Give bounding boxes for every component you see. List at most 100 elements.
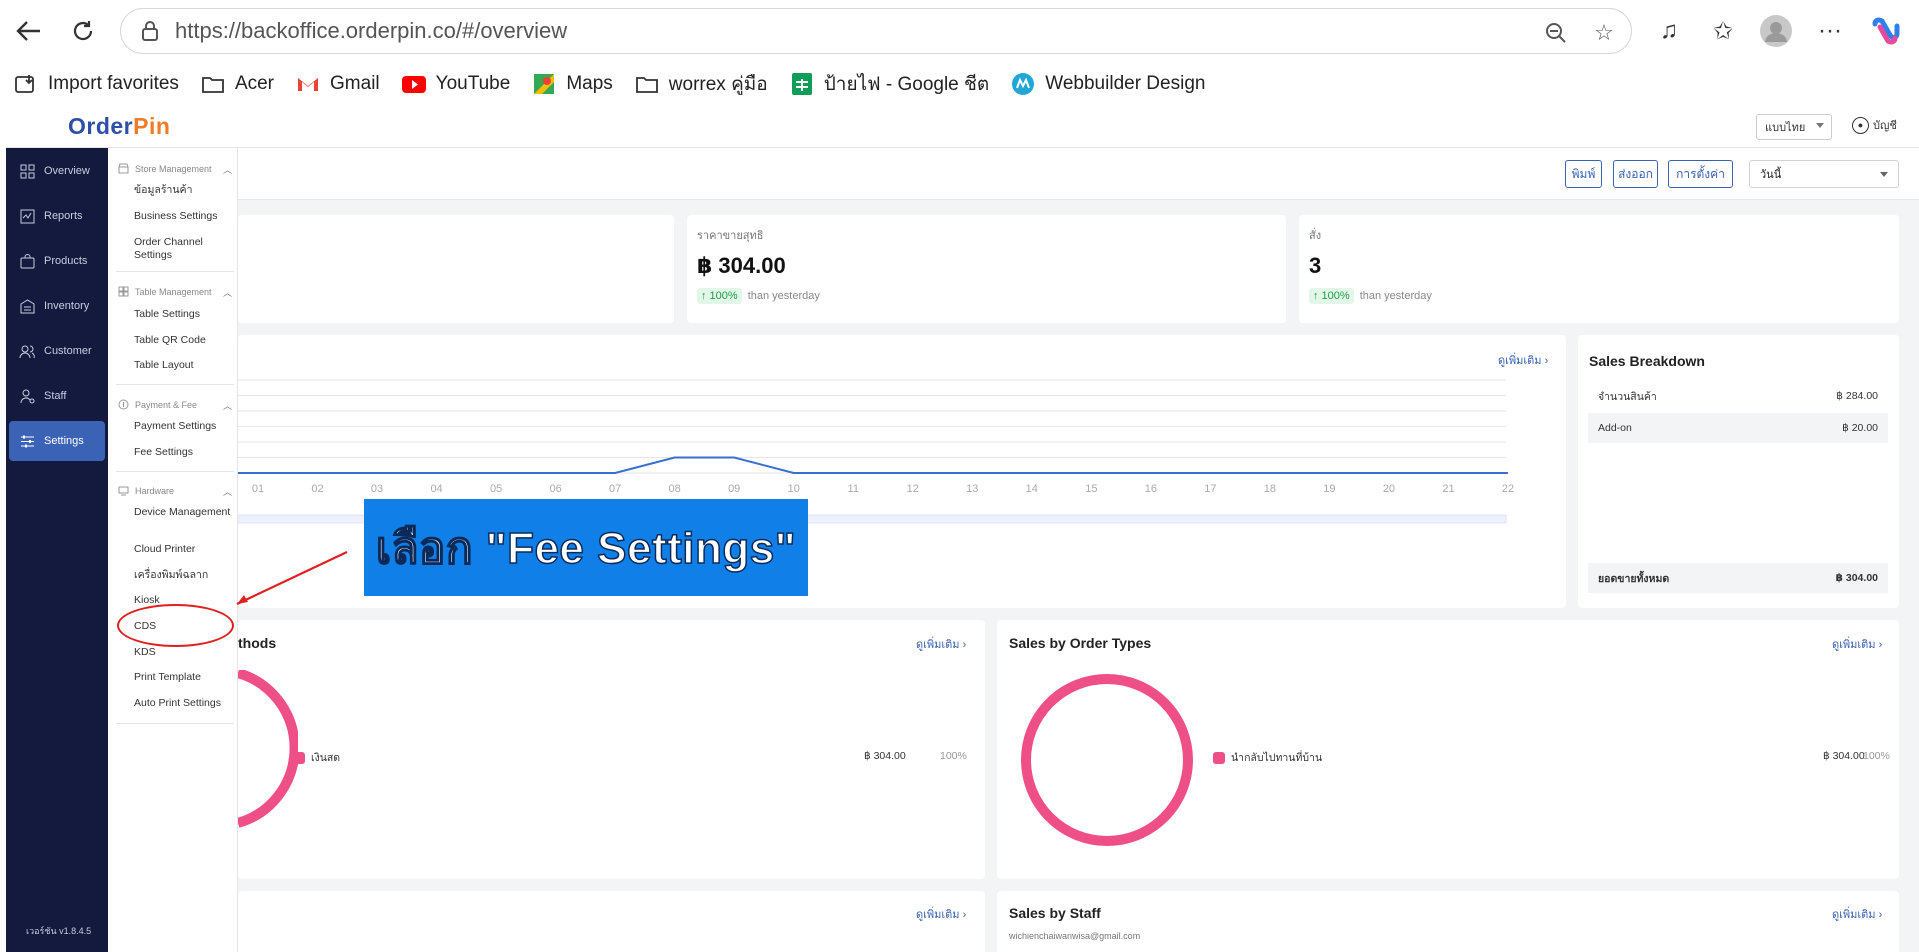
more-menu-icon[interactable]: ···	[1813, 14, 1847, 48]
submenu-group-table-management[interactable]: Table Management ︿	[118, 286, 232, 298]
see-more-link[interactable]: ดูเพิ่มเติม ›	[916, 635, 966, 653]
x-tick-label: 06	[549, 483, 561, 495]
sales-breakdown-card: Sales Breakdown จำนวนสินค้า ฿ 284.00 Add…	[1578, 335, 1899, 608]
sidebar-item-label: Staff	[44, 390, 67, 402]
export-button[interactable]: ส่งออก	[1613, 160, 1658, 188]
language-select[interactable]: แบบไทย	[1756, 114, 1832, 140]
app-version: เวอร์ชัน v1.8.4.5	[26, 926, 92, 936]
see-more-link[interactable]: ดูเพิ่มเติม ›	[1832, 905, 1882, 923]
sidebar-item-overview[interactable]: Overview	[9, 151, 105, 191]
period-select[interactable]: วันนี้	[1749, 160, 1899, 188]
sidebar-item-products[interactable]: Products	[9, 241, 105, 281]
sidebar-item-settings[interactable]: Settings	[9, 421, 105, 461]
submenu-item-table-qr-code[interactable]: Table QR Code	[134, 334, 234, 347]
chevron-up-icon: ︿	[222, 165, 232, 175]
account-menu[interactable]: ● บัญชี	[1852, 116, 1897, 134]
see-more-link[interactable]: ดูเพิ่มเติม ›	[1832, 635, 1882, 653]
submenu-item-order-channel-settings[interactable]: Order Channel Settings	[134, 236, 234, 262]
language-value: แบบไทย	[1765, 122, 1806, 134]
grid-icon	[18, 162, 36, 180]
url-text[interactable]: https://backoffice.orderpin.co/#/overvie…	[175, 18, 567, 44]
store-icon	[118, 163, 129, 174]
main-sidebar: Overview Reports Products Inventory Cust…	[6, 148, 108, 952]
x-tick-label: 22	[1502, 483, 1514, 495]
user-icon: ●	[1852, 116, 1869, 134]
back-arrow-icon	[16, 21, 40, 41]
x-tick-label: 15	[1085, 483, 1097, 495]
favorites-icon[interactable]: ✩	[1706, 14, 1740, 48]
bookmark-sheets[interactable]: ป้ายไฟ - Google ชีต	[790, 69, 990, 99]
profile-avatar[interactable]	[1759, 14, 1793, 48]
breakdown-row: Add-on ฿ 20.00	[1588, 413, 1888, 443]
copilot-icon[interactable]	[1868, 14, 1902, 48]
breakdown-label: จำนวนสินค้า	[1598, 390, 1657, 403]
submenu-item-auto-print-settings[interactable]: Auto Print Settings	[134, 697, 234, 710]
bookmark-gmail[interactable]: Gmail	[296, 73, 380, 95]
submenu-divider	[116, 384, 234, 385]
stat-card-orders: สั่ง 3 ↑ 100% than yesterday	[1299, 215, 1899, 323]
x-tick-label: 03	[371, 483, 383, 495]
submenu-item-cloud-printer[interactable]: Cloud Printer	[134, 543, 234, 556]
submenu-item-kds[interactable]: KDS	[134, 646, 234, 659]
sidebar-item-customer[interactable]: Customer	[9, 331, 105, 371]
lock-icon[interactable]	[137, 18, 163, 44]
card-title: Sales by Staff	[1009, 905, 1101, 921]
submenu-item-table-layout[interactable]: Table Layout	[134, 359, 234, 372]
sidebar-item-reports[interactable]: Reports	[9, 196, 105, 236]
stat-change-text: than yesterday	[1359, 290, 1432, 302]
payment-methods-card: thods ดูเพิ่มเติม › เงินสด ฿ 304.00 100%	[238, 620, 985, 879]
refresh-button[interactable]	[66, 14, 100, 48]
submenu-group-store-management[interactable]: Store Management ︿	[118, 163, 232, 175]
settings-button[interactable]: การตั้งค่า	[1668, 160, 1733, 188]
submenu-item-business-settings[interactable]: Business Settings	[134, 210, 234, 223]
stat-change-badge: ↑ 100%	[1309, 288, 1354, 304]
bag-icon	[18, 252, 36, 270]
submenu-group-hardware[interactable]: Hardware ︿	[118, 485, 232, 497]
bookmark-label: Import favorites	[48, 73, 179, 94]
bookmark-acer[interactable]: Acer	[201, 73, 274, 95]
hardware-icon	[118, 485, 129, 496]
overview-toolbar: พิมพ์ ส่งออก การตั้งค่า วันนี้	[238, 148, 1919, 200]
submenu-item-fee-settings[interactable]: Fee Settings	[134, 446, 234, 459]
chevron-up-icon: ︿	[222, 401, 232, 411]
bookmark-webbuilder[interactable]: Webbuilder Design	[1011, 73, 1205, 95]
submenu-group-label: Payment & Fee	[135, 399, 198, 410]
table-icon	[118, 286, 129, 297]
sidebar-item-label: Inventory	[44, 300, 90, 312]
favorite-star-icon[interactable]: ☆	[1591, 20, 1617, 46]
legend-swatch	[293, 751, 305, 764]
staff-icon	[18, 387, 36, 405]
app-header: OrderPin แบบไทย ● บัญชี	[6, 106, 1919, 148]
zoom-out-icon[interactable]	[1543, 20, 1569, 46]
bookmarks-bar: Import favorites Acer Gmail YouTube Maps…	[0, 62, 1919, 106]
submenu-group-payment-fee[interactable]: Payment & Fee ︿	[118, 399, 232, 411]
submenu-item-label-printer[interactable]: เครื่องพิมพ์ฉลาก	[134, 569, 234, 582]
stat-value: 3	[1309, 253, 1322, 278]
breakdown-value: ฿ 284.00	[1836, 390, 1878, 402]
submenu-item-table-settings[interactable]: Table Settings	[134, 308, 234, 321]
bookmark-maps[interactable]: Maps	[532, 73, 613, 95]
x-tick-label: 21	[1442, 483, 1454, 495]
bookmark-worrex[interactable]: worrex คู่มือ	[635, 69, 768, 99]
back-button[interactable]	[12, 14, 46, 48]
bookmark-label: ป้ายไฟ - Google ชีต	[823, 74, 990, 95]
breakdown-value: ฿ 20.00	[1842, 422, 1878, 434]
card-title: thods	[238, 635, 277, 651]
media-icon[interactable]: ♫	[1652, 14, 1686, 48]
sidebar-item-label: Customer	[44, 345, 92, 357]
orderpin-logo[interactable]: OrderPin	[68, 113, 170, 140]
see-more-link[interactable]: ดูเพิ่มเติม ›	[916, 905, 966, 923]
submenu-item-device-management[interactable]: Device Management	[134, 506, 234, 519]
sidebar-item-inventory[interactable]: Inventory	[9, 286, 105, 326]
settings-submenu: Store Management ︿ ข้อมูลร้านค้า Busines…	[108, 148, 238, 952]
bookmark-import-favorites[interactable]: Import favorites	[14, 73, 179, 95]
bookmark-youtube[interactable]: YouTube	[401, 73, 510, 95]
address-bar[interactable]: https://backoffice.orderpin.co/#/overvie…	[120, 8, 1632, 54]
submenu-item-payment-settings[interactable]: Payment Settings	[134, 420, 234, 433]
submenu-item-print-template[interactable]: Print Template	[134, 671, 234, 684]
logo-text-accent: Pin	[133, 113, 171, 139]
print-button[interactable]: พิมพ์	[1565, 160, 1602, 188]
bottom-left-card: ดูเพิ่มเติม ›	[238, 891, 985, 952]
sidebar-item-staff[interactable]: Staff	[9, 376, 105, 416]
submenu-item-store-info[interactable]: ข้อมูลร้านค้า	[134, 184, 234, 197]
